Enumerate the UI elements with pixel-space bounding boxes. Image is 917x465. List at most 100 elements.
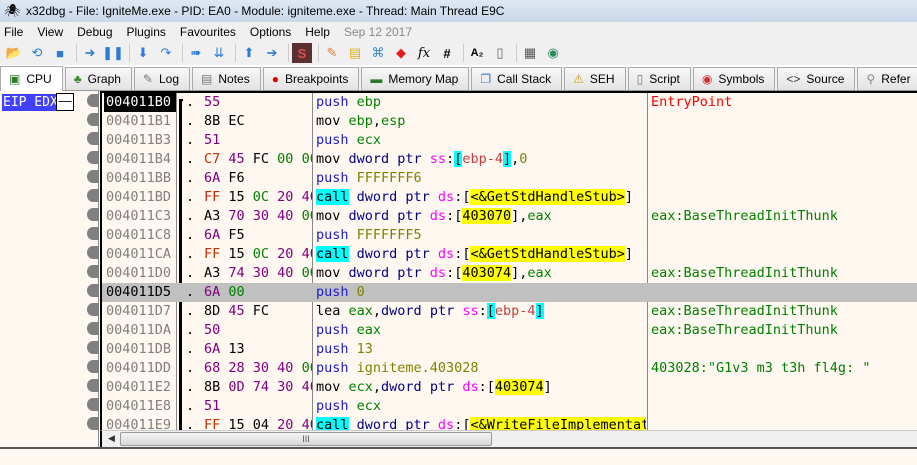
disassembly-row[interactable]: 004011DB. 6A 13 push 13 xyxy=(102,340,917,359)
disassembly-view[interactable]: 004011B0. 55 push ebp EntryPoint 004011B1. 8B… xyxy=(100,91,917,430)
instruction-token: ] xyxy=(543,379,552,395)
execute-till-return-icon[interactable]: ⬆ xyxy=(239,43,259,63)
disassembly-row[interactable]: 004011E2. 8B 0D 74 30 40mov ecx,dword ptr… xyxy=(102,378,917,397)
flow-dot: . xyxy=(186,360,195,376)
trace-over-icon[interactable]: ⇊ xyxy=(209,43,229,63)
breakpoint-toggle-icon[interactable] xyxy=(87,189,99,202)
menu-file[interactable]: File xyxy=(4,25,23,39)
disassembly-row[interactable]: 004011BD. FF 15 0C 20 40call dword ptr ds… xyxy=(102,188,917,207)
breakpoint-toggle-icon[interactable] xyxy=(87,265,99,278)
disassembly-row[interactable]: 004011D5. 6A 00 push 0 xyxy=(102,283,917,302)
tab-cpu[interactable]: ▣ CPU xyxy=(0,66,63,91)
functions-icon[interactable]: fx xyxy=(414,43,434,63)
breakpoint-toggle-icon[interactable] xyxy=(87,341,99,354)
breakpoint-toggle-icon[interactable] xyxy=(87,113,99,126)
instruction-token: ss xyxy=(462,303,479,319)
open-icon[interactable]: 📂 xyxy=(4,43,24,63)
horizontal-scrollbar[interactable]: ◀ III xyxy=(100,430,917,447)
tab-graph[interactable]: ♣ Graph xyxy=(64,67,132,90)
tab-refer[interactable]: ⚲ Refer xyxy=(857,67,917,90)
run-icon[interactable]: ➜ xyxy=(80,43,100,63)
breakpoint-toggle-icon[interactable] xyxy=(87,322,99,335)
disassembly-row[interactable]: 004011E8. 51 push ecx xyxy=(102,397,917,416)
instruction-token: <&GetStdHandleStub> xyxy=(470,189,625,205)
breakpoint-toggle-icon[interactable] xyxy=(87,246,99,259)
stop-icon[interactable]: ■ xyxy=(50,43,70,63)
disassembly-row[interactable]: 004011C8. 6A F5 push FFFFFFF5 xyxy=(102,226,917,245)
device-icon[interactable]: ▯ xyxy=(490,43,510,63)
pause-icon[interactable]: ❚❚ xyxy=(102,43,124,63)
step-into-icon[interactable]: ⬇ xyxy=(133,43,153,63)
disassembly-row[interactable]: 004011BB. 6A F6 push FFFFFFF6 xyxy=(102,169,917,188)
byte-token: 8D xyxy=(204,303,229,319)
tab-notes[interactable]: ▤ Notes xyxy=(192,67,261,90)
disassembly-row[interactable]: 004011CA. FF 15 0C 20 40call dword ptr ds… xyxy=(102,245,917,264)
font-icon[interactable]: A₂ xyxy=(467,43,487,63)
tab-breakpoints[interactable]: ● Breakpoints xyxy=(262,67,360,90)
tab-log[interactable]: ✎ Log xyxy=(133,67,191,90)
tab-memory-map[interactable]: ▬ Memory Map xyxy=(361,67,470,90)
breakpoint-toggle-icon[interactable] xyxy=(87,379,99,392)
disassembly-row[interactable]: 004011B1. 8B EC mov ebp,esp xyxy=(102,112,917,131)
instruction-token: dword ptr xyxy=(381,303,463,319)
restart-icon[interactable]: ⟲ xyxy=(27,43,47,63)
instruction-token: ebp xyxy=(348,113,373,129)
scrollbar-thumb[interactable]: III xyxy=(120,432,492,446)
tab-script[interactable]: ▯ Script xyxy=(627,67,691,90)
disassembly-row[interactable]: 004011DA. 50 push eax eax:BaseThreadInitThu… xyxy=(102,321,917,340)
breakpoint-toggle-icon[interactable] xyxy=(87,208,99,221)
variables-icon[interactable]: # xyxy=(437,43,457,63)
run-to-user-code-icon[interactable]: ➔ xyxy=(262,43,282,63)
breakpoint-toggle-icon[interactable] xyxy=(87,398,99,411)
tab-call-stack[interactable]: ❐ Call Stack xyxy=(471,67,563,90)
tab-seh[interactable]: ⚠ SEH xyxy=(564,67,626,90)
instruction-bytes: 8B 0D 74 30 40 xyxy=(204,378,312,397)
menu-favourites[interactable]: Favourites xyxy=(180,25,236,39)
instruction-token: push xyxy=(316,322,357,338)
instruction-token: push xyxy=(316,170,357,186)
instruction-token: 403070 xyxy=(462,208,512,224)
menu-help[interactable]: Help xyxy=(305,25,330,39)
byte-token: 45 xyxy=(228,303,253,319)
breakpoint-toggle-icon[interactable] xyxy=(87,94,99,107)
breakpoint-toggle-icon[interactable] xyxy=(87,284,99,297)
disassembly-row[interactable]: 004011D7. 8D 45 FC lea eax,dword ptr ss:[e… xyxy=(102,302,917,321)
byte-token: 55 xyxy=(204,94,221,110)
breakpoint-toggle-icon[interactable] xyxy=(87,132,99,145)
breakpoint-toggle-icon[interactable] xyxy=(87,170,99,183)
disassembly-row[interactable]: 004011B3. 51 push ecx xyxy=(102,131,917,150)
instruction-address: 004011D0 xyxy=(106,265,172,281)
disassembly-row[interactable]: 004011B4.C7 45 FC 00 00mov dword ptr ss:… xyxy=(102,150,917,169)
instruction-token: ebp xyxy=(356,94,382,110)
disassembly-row[interactable]: 004011E9. FF 15 04 20 40 call dword ptr ds… xyxy=(102,416,917,430)
menu-view[interactable]: View xyxy=(37,25,63,39)
instruction-token: :[ xyxy=(446,208,463,224)
instruction-address: 004011B4 xyxy=(106,151,172,167)
tab-label: CPU xyxy=(26,72,52,86)
disassembly-row[interactable]: 004011DD. 68 28 30 40 00push igniteme.403… xyxy=(102,359,917,378)
comments-icon[interactable]: ▤ xyxy=(345,43,365,63)
globe-icon[interactable]: ◉ xyxy=(543,43,563,63)
disassembly-row[interactable]: 004011B0. 55 push ebp EntryPoint xyxy=(102,93,917,112)
bookmarks-icon[interactable]: ◆ xyxy=(391,43,411,63)
menu-debug[interactable]: Debug xyxy=(77,25,112,39)
disassembly-row[interactable]: 004011D0. A3 74 30 40 00mov dword ptr ds:… xyxy=(102,264,917,283)
menu-plugins[interactable]: Plugins xyxy=(127,25,166,39)
patch-icon[interactable]: ✎ xyxy=(322,43,342,63)
menu-options[interactable]: Options xyxy=(250,25,291,39)
breakpoint-toggle-icon[interactable] xyxy=(87,227,99,240)
step-over-icon[interactable]: ↷ xyxy=(156,43,176,63)
calculator-icon[interactable]: ▦ xyxy=(520,43,540,63)
disassembly-row[interactable]: 004011C3. A3 70 30 40 00mov dword ptr ds:… xyxy=(102,207,917,226)
scylla-icon[interactable]: S xyxy=(292,43,312,63)
tab-symbols[interactable]: ◉ Symbols xyxy=(692,67,776,90)
scroll-left-arrow-icon[interactable]: ◀ xyxy=(108,433,115,444)
breakpoint-toggle-icon[interactable] xyxy=(87,417,99,430)
labels-icon[interactable]: ⌘ xyxy=(368,43,388,63)
breakpoint-toggle-icon[interactable] xyxy=(87,151,99,164)
breakpoint-toggle-icon[interactable] xyxy=(87,360,99,373)
tab-source[interactable]: <> Source xyxy=(777,67,856,90)
breakpoint-toggle-icon[interactable] xyxy=(87,303,99,316)
instruction-address: 004011E8 xyxy=(106,398,172,414)
trace-into-icon[interactable]: ➠ xyxy=(186,43,206,63)
